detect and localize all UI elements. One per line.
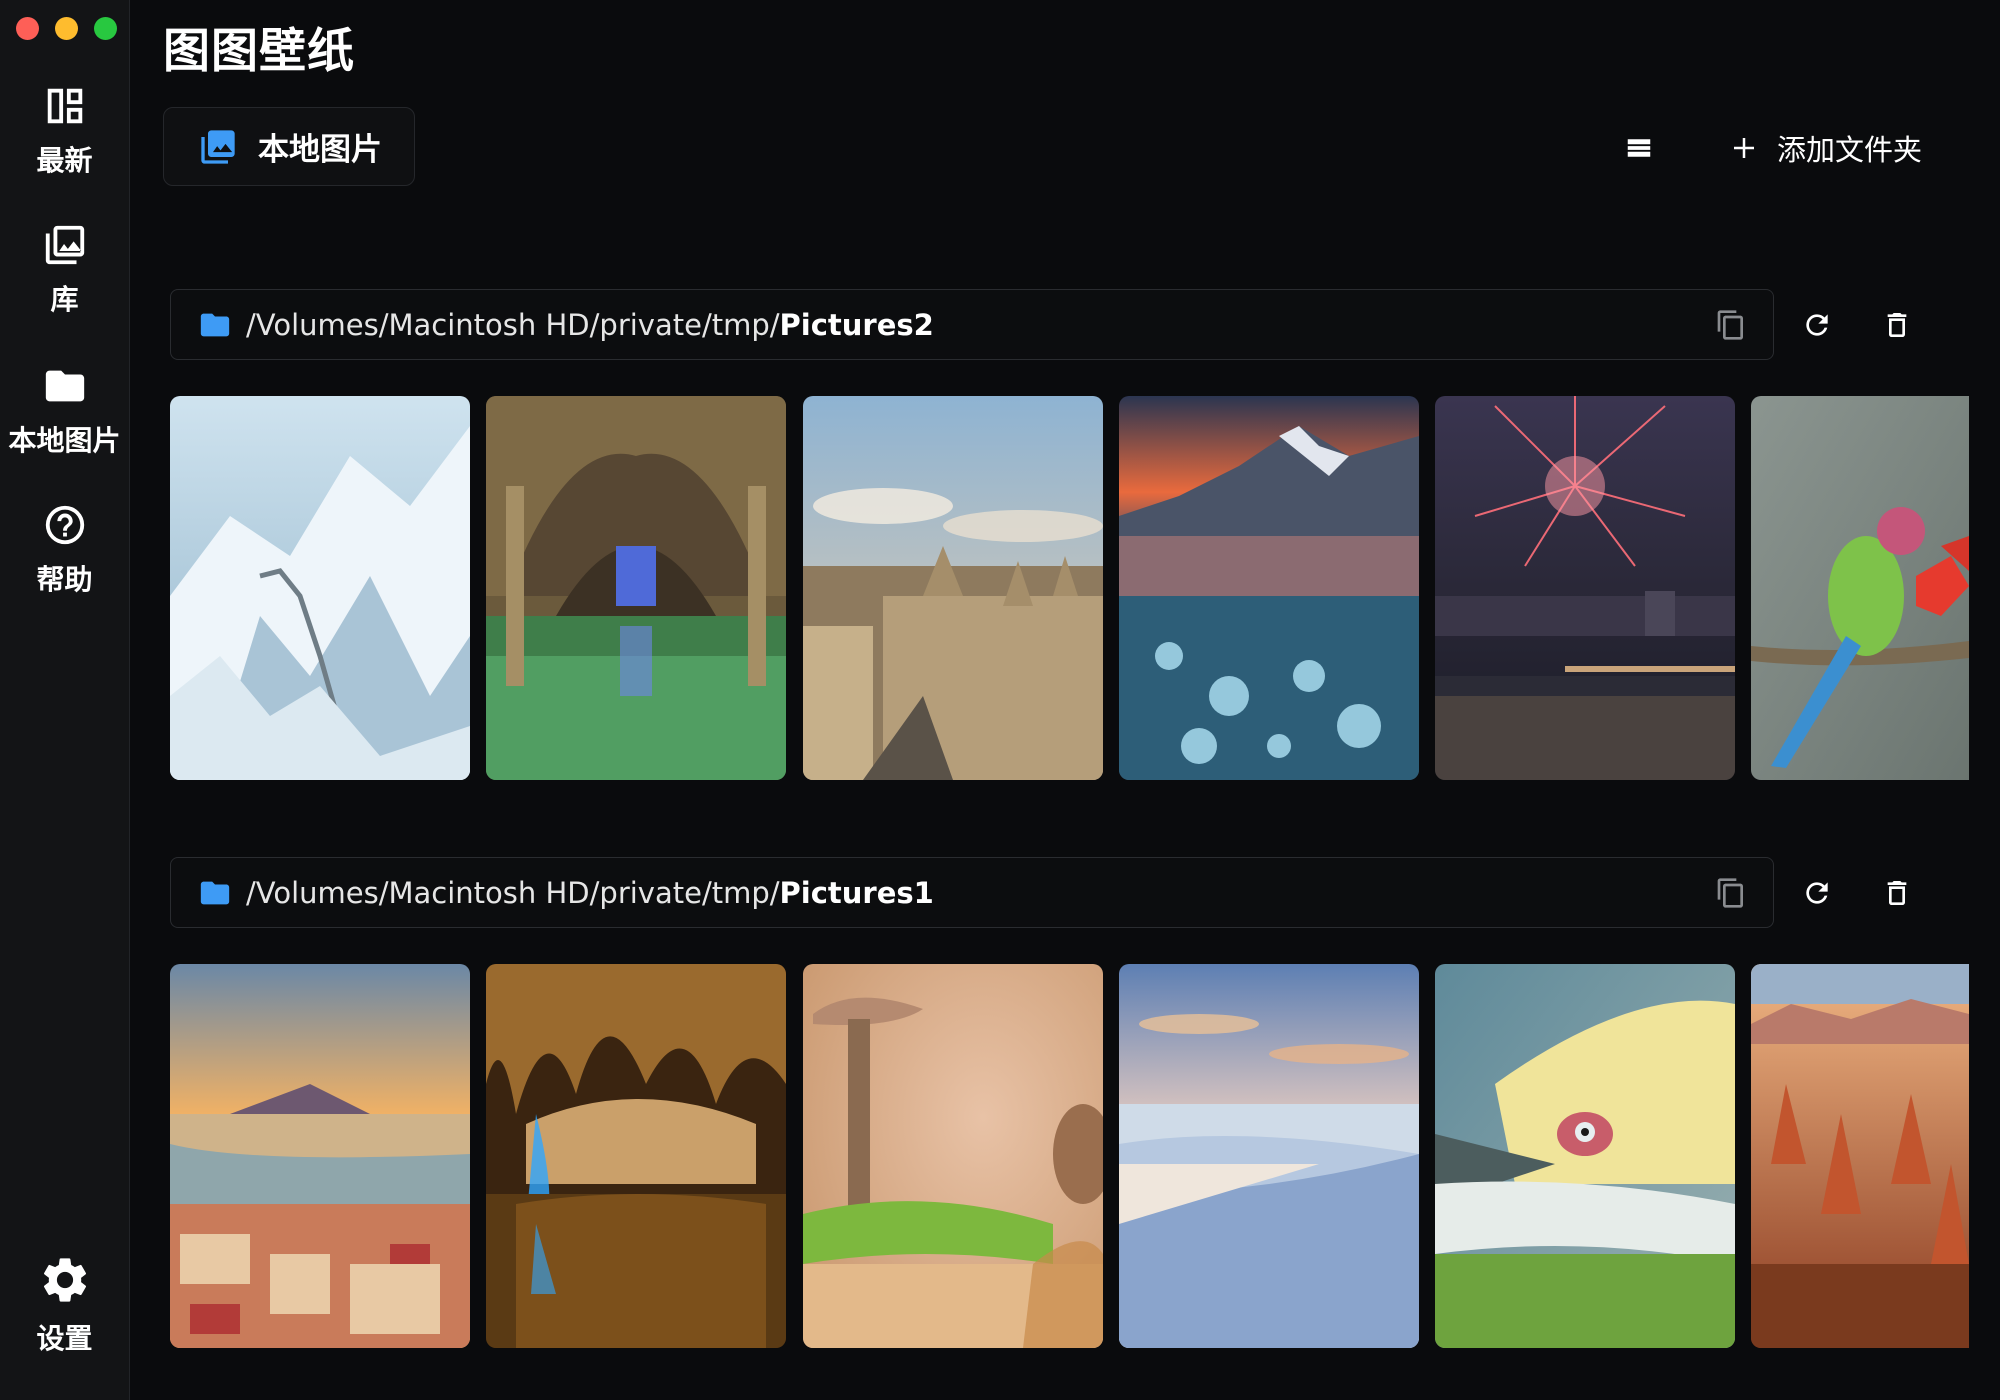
window-controls [16,17,117,40]
sidebar-item-library[interactable]: 库 [0,222,129,318]
thumbnail[interactable] [803,396,1103,780]
refresh-button[interactable] [1801,309,1833,341]
folder-icon [200,881,230,904]
thumbnail[interactable] [170,396,470,780]
sidebar-item-label: 库 [50,283,79,316]
tab-label: 本地图片 [258,132,382,168]
folder-path: /Volumes/Macintosh HD/private/tmp/Pictur… [246,876,934,910]
close-window-button[interactable] [16,17,39,40]
sidebar: 最新 库 本地图片 帮助 设置 [0,0,130,1400]
folder-icon [200,313,230,336]
copy-icon[interactable] [1715,309,1747,341]
add-folder-button[interactable]: 添加文件夹 [1729,127,1922,169]
thumbnail[interactable] [486,396,786,780]
app-title: 图图壁纸 [163,24,355,79]
refresh-button[interactable] [1801,877,1833,909]
sidebar-item-label: 本地图片 [8,424,121,457]
thumbnail[interactable] [1435,396,1735,780]
thumbnail-image [170,964,470,1348]
plus-icon [1734,138,1754,158]
thumbnail-image [1435,964,1735,1348]
refresh-icon [1806,314,1828,336]
thumbnail[interactable] [170,964,470,1348]
folder-path-bar[interactable]: /Volumes/Macintosh HD/private/tmp/Pictur… [170,289,1774,360]
trash-icon [1887,881,1907,905]
folder-path-prefix: /Volumes/Macintosh HD/private/tmp/ [246,307,780,342]
thumbnail[interactable] [1751,964,1969,1348]
list-view-icon [1627,139,1651,157]
thumbnail-row [170,396,1969,780]
thumbnail-image [1435,396,1735,780]
photo-library-icon [45,225,84,265]
sidebar-item-settings[interactable]: 设置 [0,1253,129,1357]
sidebar-item-label: 帮助 [36,563,93,596]
list-view-button[interactable] [1624,133,1654,163]
thumbnail[interactable] [1435,964,1735,1348]
thumbnail-image [170,396,470,780]
photo-library-icon [201,129,235,164]
thumbnail[interactable] [1751,396,1969,780]
sidebar-item-local-pictures[interactable]: 本地图片 [0,363,129,459]
folder-icon [45,370,84,402]
thumbnail[interactable] [1119,964,1419,1348]
thumbnail-image [1751,396,1969,780]
thumbnail[interactable] [803,964,1103,1348]
thumbnail-image [1751,964,1969,1348]
thumbnail-image [803,396,1103,780]
thumbnail-image [803,964,1103,1348]
thumbnail-image [486,396,786,780]
sidebar-item-label: 最新 [36,144,93,177]
help-icon [45,505,84,545]
minimize-window-button[interactable] [55,17,78,40]
folder-path-name: Pictures1 [779,875,934,910]
sidebar-item-help[interactable]: 帮助 [0,502,129,598]
add-folder-label: 添加文件夹 [1777,133,1923,167]
folder-path-bar[interactable]: /Volumes/Macintosh HD/private/tmp/Pictur… [170,857,1774,928]
refresh-icon [1806,882,1828,904]
trash-icon [1887,313,1907,337]
thumbnail-image [486,964,786,1348]
gear-icon [43,1258,86,1302]
thumbnail[interactable] [486,964,786,1348]
copy-icon[interactable] [1715,877,1747,909]
folder-path-prefix: /Volumes/Macintosh HD/private/tmp/ [246,875,780,910]
folder-path: /Volumes/Macintosh HD/private/tmp/Pictur… [246,308,934,342]
delete-button[interactable] [1881,309,1913,341]
thumbnail[interactable] [1119,396,1419,780]
thumbnail-row [170,964,1969,1348]
zoom-window-button[interactable] [94,17,117,40]
tab-local-pictures[interactable]: 本地图片 [163,107,415,186]
thumbnail-image [1119,964,1419,1348]
sidebar-item-label: 设置 [36,1322,93,1355]
delete-button[interactable] [1881,877,1913,909]
folder-path-name: Pictures2 [779,307,934,342]
dashboard-icon [47,88,82,124]
sidebar-item-latest[interactable]: 最新 [0,83,129,179]
thumbnail-image [1119,396,1419,780]
